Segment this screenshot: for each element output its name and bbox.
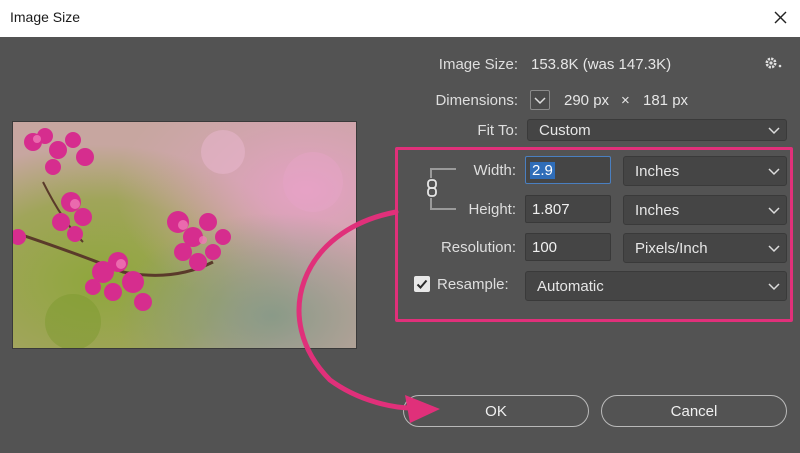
chevron-down-icon[interactable] (531, 91, 549, 109)
close-icon[interactable] (762, 2, 798, 34)
window-title: Image Size (10, 9, 81, 25)
cancel-button-label: Cancel (670, 403, 718, 420)
close-button[interactable] (762, 2, 798, 34)
image-size-label: Image Size: (438, 56, 518, 73)
gear-icon[interactable] (764, 56, 784, 72)
fit-to-value: Custom (539, 122, 591, 139)
height-unit-select[interactable]: Inches (623, 195, 787, 225)
resolution-value: 100 (532, 239, 558, 256)
dimensions-label: Dimensions: (435, 92, 518, 109)
image-preview (12, 121, 357, 349)
width-unit-select[interactable]: Inches (623, 156, 787, 186)
chevron-down-icon (768, 245, 780, 253)
height-label: Height: (468, 201, 516, 218)
ok-button-label: OK (485, 403, 507, 420)
image-size-value: 153.8K (was 147.3K) (531, 56, 672, 73)
resolution-label: Resolution: (440, 239, 516, 256)
dimensions-times: × (621, 92, 630, 109)
width-label: Width: (473, 162, 516, 179)
fit-to-select[interactable]: Custom (527, 119, 787, 141)
settings-button[interactable] (764, 56, 784, 75)
flower-preview-image (13, 122, 356, 348)
height-unit-value: Inches (635, 202, 680, 219)
chevron-down-icon (768, 168, 780, 176)
resolution-unit-select[interactable]: Pixels/Inch (623, 233, 787, 263)
title-bar: Image Size (0, 0, 800, 37)
ok-button[interactable]: OK (403, 395, 589, 427)
fit-to-label: Fit To: (477, 122, 518, 139)
resample-label: Resample: (437, 276, 509, 293)
checkbox-icon[interactable] (414, 276, 430, 292)
dimensions-width: 290 px (564, 92, 610, 109)
width-unit-value: Inches (635, 163, 680, 180)
dimensions-height: 181 px (643, 92, 689, 109)
resolution-input[interactable]: 100 (525, 233, 611, 261)
resample-checkbox[interactable] (414, 276, 430, 292)
height-input[interactable]: 1.807 (525, 195, 611, 223)
cancel-button[interactable]: Cancel (601, 395, 787, 427)
dimensions-units-toggle[interactable] (530, 90, 550, 110)
chevron-down-icon (768, 127, 780, 135)
chevron-down-icon (768, 207, 780, 215)
width-input[interactable]: 2.9 (525, 156, 611, 184)
resample-method-value: Automatic (537, 278, 604, 295)
resample-method-select[interactable]: Automatic (525, 271, 787, 301)
width-value: 2.9 (530, 162, 555, 179)
height-value: 1.807 (532, 201, 570, 218)
constrain-proportions-button[interactable] (423, 178, 441, 198)
resolution-unit-value: Pixels/Inch (635, 240, 708, 257)
link-icon[interactable] (423, 178, 441, 198)
chevron-down-icon (768, 283, 780, 291)
